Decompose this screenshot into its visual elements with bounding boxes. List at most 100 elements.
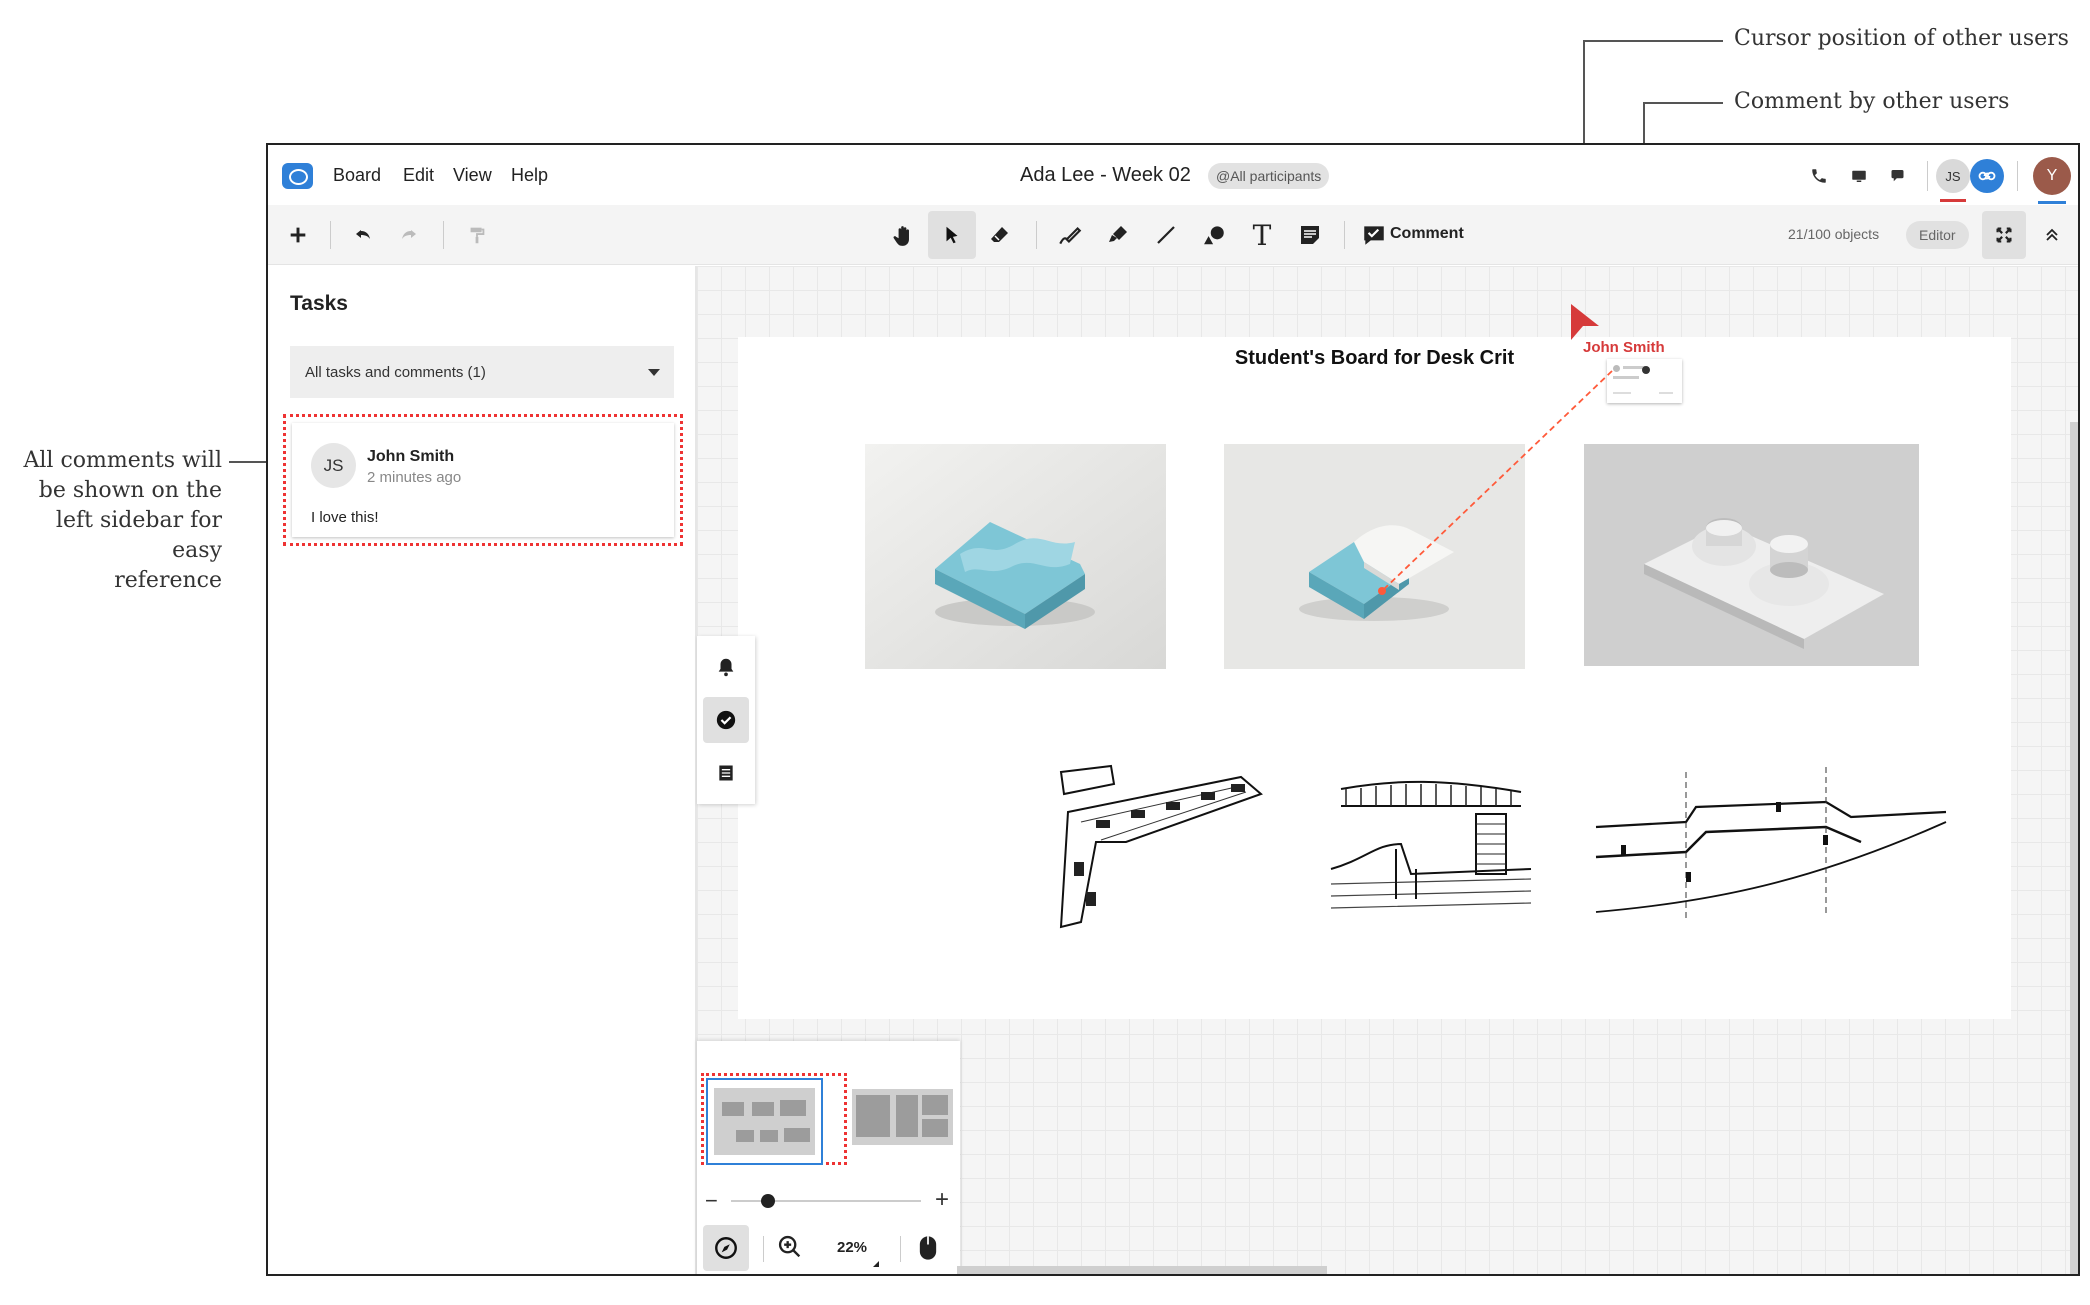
toolbar: T Comment 21/100 objects Editor — [268, 205, 2078, 265]
zoom-in-button[interactable]: + — [935, 1186, 949, 1214]
line-tool-icon[interactable] — [1142, 211, 1190, 259]
horizontal-scrollbar[interactable] — [957, 1266, 1327, 1274]
toolbar-separator — [1344, 221, 1345, 249]
remote-cursor-icon — [1571, 304, 1599, 340]
minimap-page-1[interactable] — [706, 1078, 823, 1165]
eraser-icon[interactable] — [976, 211, 1024, 259]
sticky-note-icon[interactable] — [1286, 211, 1334, 259]
model-photo-1[interactable] — [865, 444, 1166, 669]
minimap-page-1-block — [752, 1102, 774, 1116]
minimap-page-2[interactable] — [852, 1089, 953, 1145]
minimap-page-1-block — [780, 1100, 806, 1116]
app-logo-icon[interactable] — [282, 163, 313, 189]
vertical-scrollbar[interactable] — [2070, 422, 2078, 1274]
chat-icon[interactable] — [1886, 163, 1912, 189]
tasks-sidebar: Tasks All tasks and comments (1) JS John… — [268, 266, 697, 1274]
menu-help[interactable]: Help — [511, 145, 548, 205]
toolbar-separator — [443, 221, 444, 249]
menu-view[interactable]: View — [453, 145, 492, 205]
comment-pin-line-4 — [1659, 392, 1673, 394]
comment-anchor-dot — [1642, 366, 1650, 374]
zoom-out-button[interactable]: − — [705, 1188, 718, 1214]
bell-icon[interactable] — [703, 644, 749, 690]
screen-share-icon[interactable] — [1846, 163, 1872, 189]
app-window: Board Edit View Help Ada Lee - Week 02 @… — [266, 143, 2080, 1276]
minimap-page-2-block — [896, 1095, 918, 1137]
comment-avatar: JS — [311, 443, 356, 488]
annotation-sidebar-line-1: All comments will — [23, 448, 223, 473]
navigator-button[interactable] — [703, 1225, 749, 1271]
comment-card[interactable]: JS John Smith 2 minutes ago I love this! — [292, 423, 674, 537]
minimap-page-2-block — [922, 1119, 948, 1137]
board-canvas[interactable]: Student's Board for Desk Crit John Smith… — [697, 266, 2078, 1274]
minimap-page-2-block — [922, 1095, 948, 1115]
minimap-page-1-block — [760, 1130, 778, 1142]
select-tool-icon[interactable] — [928, 211, 976, 259]
menubar-divider — [1927, 161, 1928, 191]
fit-to-screen-icon[interactable] — [1982, 211, 2026, 259]
board-title[interactable]: Ada Lee - Week 02 — [1020, 145, 1191, 205]
zoom-level[interactable]: 22% — [837, 1239, 867, 1256]
user-y-indicator — [2038, 201, 2066, 204]
user-avatar-y[interactable]: Y — [2033, 157, 2071, 195]
add-icon[interactable] — [274, 211, 322, 259]
zoom-slider-handle[interactable] — [761, 1194, 775, 1208]
tasks-filter-value: All tasks and comments (1) — [305, 363, 486, 381]
comment-highlight: JS John Smith 2 minutes ago I love this! — [283, 414, 683, 546]
annotation-sidebar-line-4: reference — [114, 568, 222, 593]
minimap-page-1-block — [722, 1102, 744, 1116]
minimap-page-1-block — [784, 1128, 810, 1142]
annotation-sidebar: All comments will be shown on the left s… — [0, 446, 223, 596]
toolbar-separator — [900, 1236, 901, 1262]
annotation-comment-leader — [1643, 102, 1723, 104]
minimap-page-1-board — [714, 1088, 815, 1155]
user-avatar-js[interactable]: JS — [1936, 159, 1970, 193]
undo-icon[interactable] — [340, 211, 388, 259]
collapse-toolbar-icon[interactable] — [2030, 211, 2074, 259]
annotation-sidebar-line-2: be shown on the — [38, 478, 222, 503]
menu-board[interactable]: Board — [333, 145, 381, 205]
comment-tool-label[interactable]: Comment — [1390, 225, 1464, 243]
hand-tool-icon[interactable] — [880, 211, 928, 259]
format-painter-icon[interactable] — [453, 211, 501, 259]
section-sketch-2[interactable] — [1326, 774, 1536, 924]
figure: Cursor position of other users Comment b… — [0, 0, 2090, 1305]
comment-body: I love this! — [311, 509, 379, 526]
phone-icon[interactable] — [1806, 163, 1832, 189]
zoom-slider-track[interactable] — [731, 1200, 921, 1202]
shapes-icon[interactable] — [1190, 211, 1238, 259]
share-link-icon[interactable] — [1970, 159, 2004, 193]
canvas-side-toolbar — [697, 636, 755, 804]
section-sketch-3[interactable] — [1591, 767, 1951, 927]
annotation-cursor-leader — [1583, 40, 1723, 42]
comment-time: 2 minutes ago — [367, 469, 462, 486]
highlighter-icon[interactable] — [1094, 211, 1142, 259]
menubar: Board Edit View Help Ada Lee - Week 02 @… — [268, 145, 2078, 205]
annotation-comment: Comment by other users — [1734, 89, 2010, 114]
toolbar-separator — [1036, 221, 1037, 249]
pen-icon[interactable] — [1046, 211, 1094, 259]
annotation-sidebar-line-3: left sidebar for easy — [55, 508, 222, 563]
remote-cursor-name: John Smith — [1583, 339, 1665, 356]
participants-pill[interactable]: @All participants — [1208, 163, 1330, 189]
zoom-magnifier-icon[interactable] — [776, 1233, 804, 1266]
caret-down-icon — [648, 369, 660, 376]
tasks-filter-dropdown[interactable]: All tasks and comments (1) — [290, 346, 674, 398]
comment-connector-line — [1378, 370, 1613, 595]
compass-icon — [715, 1237, 737, 1259]
text-tool-icon[interactable]: T — [1238, 211, 1286, 259]
board-heading: Student's Board for Desk Crit — [1234, 347, 1515, 369]
board-frame[interactable]: Student's Board for Desk Crit — [738, 337, 2011, 1019]
menubar-divider-2 — [2017, 161, 2018, 191]
user-js-indicator — [1940, 199, 1966, 202]
tasks-check-icon[interactable] — [703, 697, 749, 743]
minimap-page-2-block — [856, 1095, 890, 1137]
redo-icon[interactable] — [384, 211, 432, 259]
notes-list-icon[interactable] — [703, 750, 749, 796]
site-sketch-1[interactable] — [1056, 762, 1266, 932]
mouse-mode-icon[interactable] — [917, 1234, 939, 1267]
role-badge[interactable]: Editor — [1906, 221, 1969, 249]
minimap-page-1-block — [736, 1130, 754, 1142]
toolbar-separator — [330, 221, 331, 249]
menu-edit[interactable]: Edit — [403, 145, 434, 205]
